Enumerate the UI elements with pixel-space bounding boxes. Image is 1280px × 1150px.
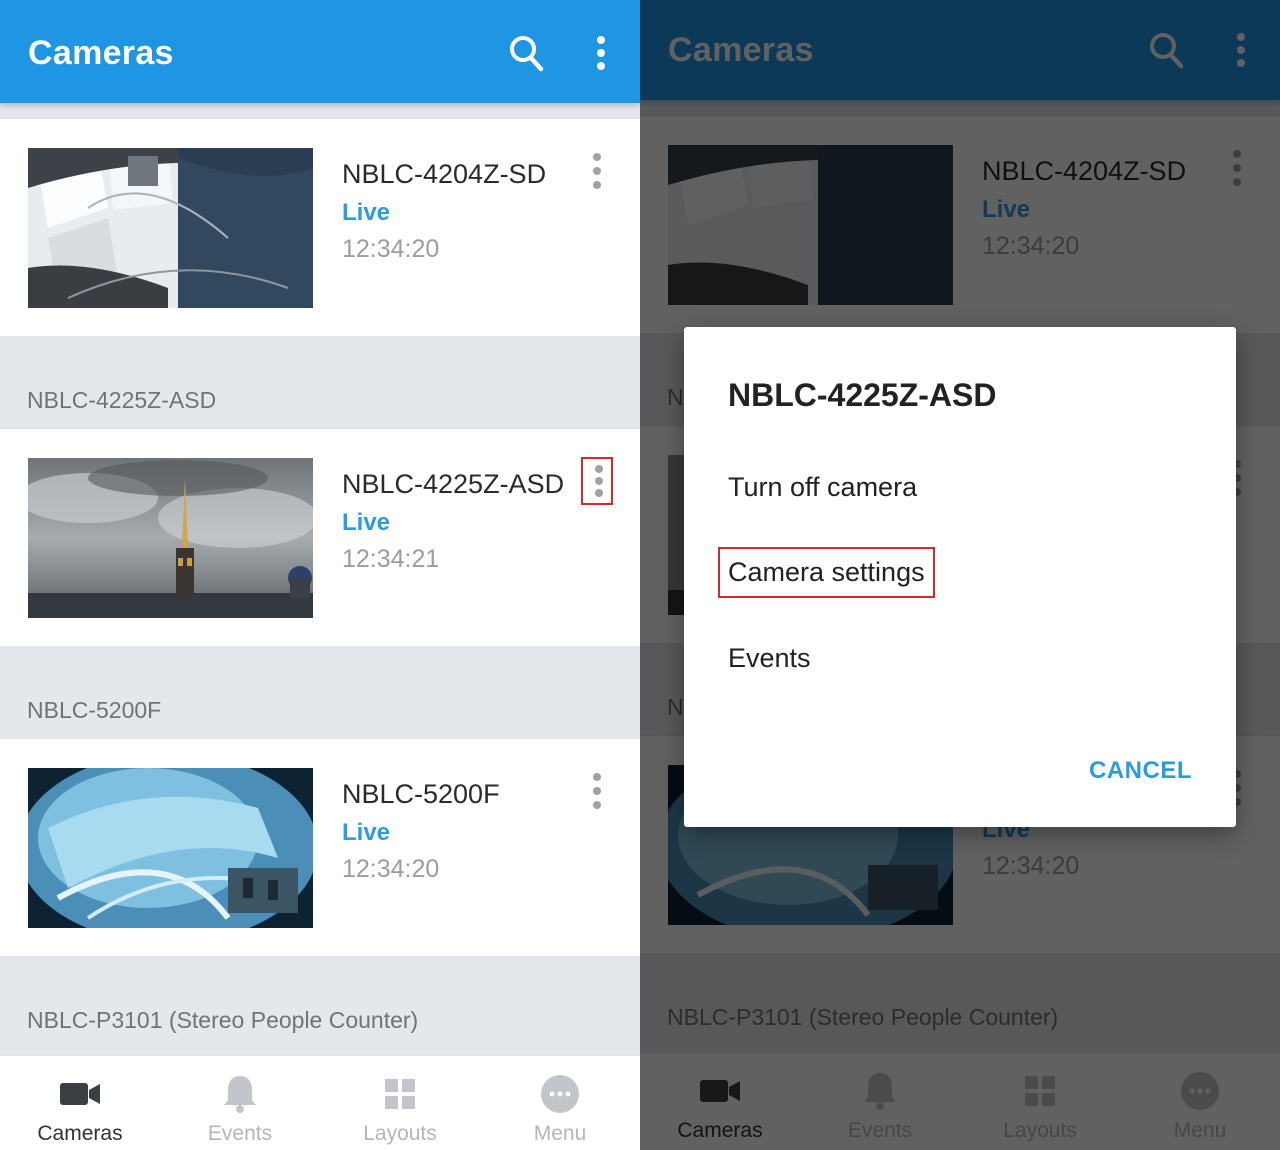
camera-time: 12:34:21 xyxy=(342,545,440,573)
group-header-label: NBLC-5200F xyxy=(27,697,162,723)
dialog-title: NBLC-4225Z-ASD xyxy=(728,377,997,413)
nav-label: Menu xyxy=(533,1122,587,1145)
camera-options-dialog-screen: Cameras NBLC-4204Z-SD Live 12:34:20 NBLC… xyxy=(640,0,1280,1150)
nav-events[interactable]: Events xyxy=(160,1056,320,1150)
camera-name: NBLC-4204Z-SD xyxy=(342,159,547,189)
camera-options-button[interactable] xyxy=(581,767,613,815)
camera-settings-option[interactable]: Camera settings xyxy=(718,547,935,598)
more-vertical-icon[interactable] xyxy=(588,36,614,72)
camera-row[interactable]: NBLC-4204Z-SD Live 12:34:20 xyxy=(0,118,640,336)
camera-status: Live xyxy=(342,199,391,226)
nav-layouts[interactable]: Layouts xyxy=(320,1056,480,1150)
camera-options-button[interactable] xyxy=(581,147,613,195)
camera-thumbnail[interactable] xyxy=(28,458,313,618)
bottom-navigation: Cameras Events Layouts Menu xyxy=(0,1055,640,1150)
camera-list-screen: Cameras NBLC-4204Z-SD Live 12:34:20 NBLC… xyxy=(0,0,640,1150)
camera-time: 12:34:20 xyxy=(342,235,440,263)
camera-status: Live xyxy=(342,819,391,846)
camera-name: NBLC-5200F xyxy=(342,779,500,809)
group-header-label: NBLC-P3101 (Stereo People Counter) xyxy=(27,1007,419,1033)
camera-status: Live xyxy=(342,509,391,536)
app-bar: Cameras xyxy=(0,0,640,103)
camera-row[interactable]: NBLC-4225Z-ASD Live 12:34:21 xyxy=(0,428,640,646)
events-option[interactable]: Events xyxy=(728,643,811,674)
camera-options-button[interactable] xyxy=(581,457,613,505)
nav-label: Cameras xyxy=(37,1122,123,1145)
turn-off-camera-option[interactable]: Turn off camera xyxy=(728,472,917,503)
group-header: NBLC-4225Z-ASD xyxy=(0,336,640,428)
camera-thumbnail[interactable] xyxy=(28,768,313,928)
camera-options-dialog: NBLC-4225Z-ASD Turn off camera Camera se… xyxy=(684,327,1236,827)
bell-icon xyxy=(224,1076,256,1113)
group-header: NBLC-5200F xyxy=(0,646,640,738)
camera-name: NBLC-4225Z-ASD xyxy=(342,469,565,499)
group-header: NBLC-P3101 (Stereo People Counter) xyxy=(0,956,640,1056)
nav-menu[interactable]: Menu xyxy=(480,1056,640,1150)
video-camera-icon xyxy=(60,1083,100,1105)
nav-cameras[interactable]: Cameras xyxy=(0,1056,160,1150)
camera-row[interactable]: NBLC-5200F Live 12:34:20 xyxy=(0,738,640,956)
camera-thumbnail[interactable] xyxy=(28,148,313,308)
nav-label: Events xyxy=(207,1122,273,1145)
list-spacer xyxy=(0,103,640,119)
nav-label: Layouts xyxy=(363,1122,437,1145)
app-bar-title: Cameras xyxy=(28,34,174,72)
camera-time: 12:34:20 xyxy=(342,855,440,883)
group-header-label: NBLC-4225Z-ASD xyxy=(27,387,217,413)
cancel-button[interactable]: CANCEL xyxy=(1089,757,1192,785)
more-horizontal-icon xyxy=(541,1075,579,1113)
search-icon[interactable] xyxy=(508,34,544,72)
grid-icon xyxy=(385,1079,415,1109)
